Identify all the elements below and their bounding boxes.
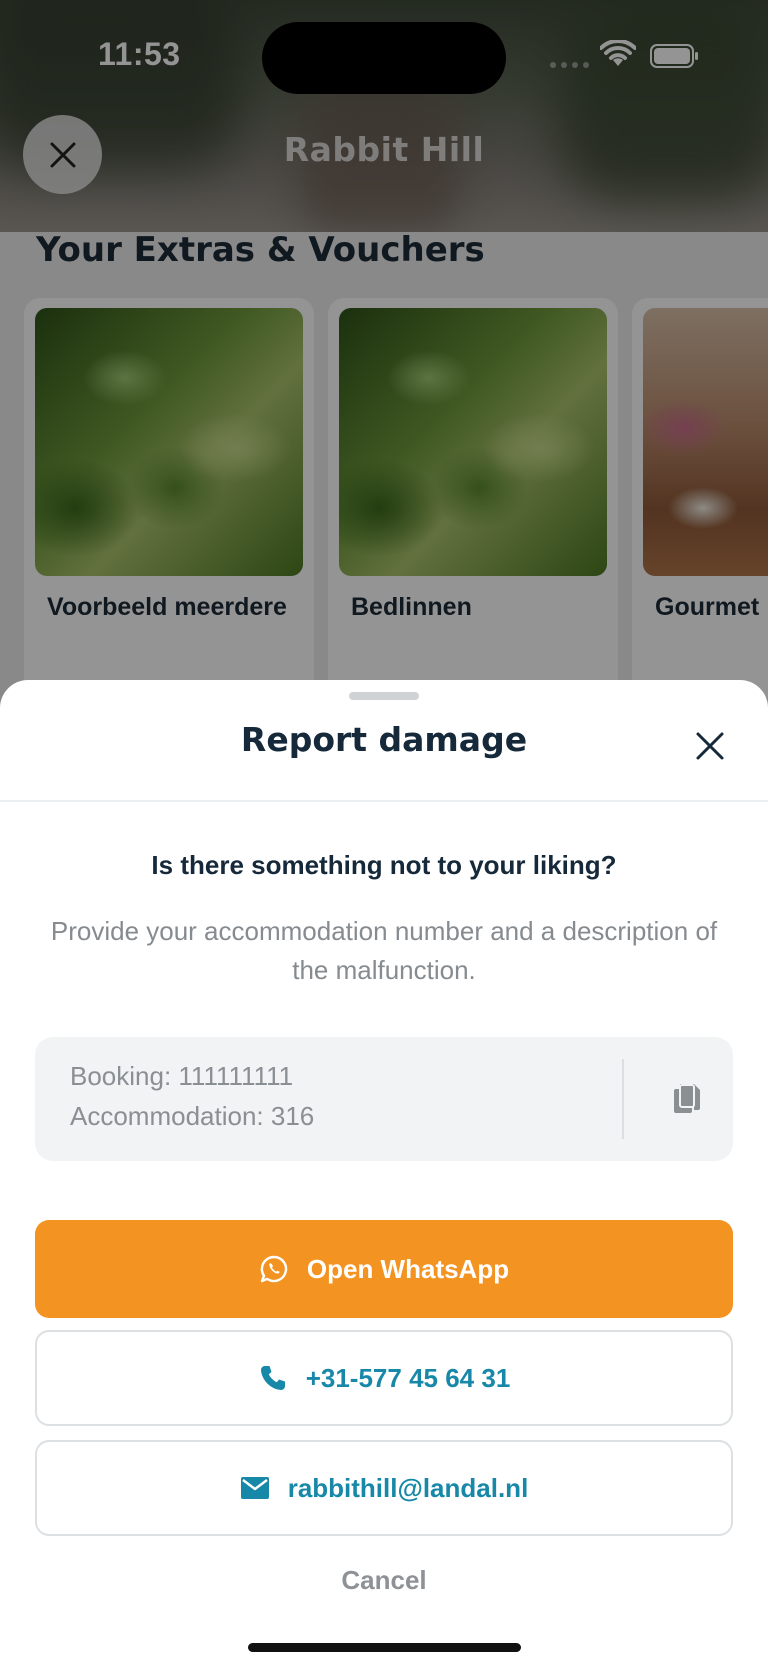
divider	[622, 1059, 624, 1139]
cancel-button[interactable]: Cancel	[0, 1565, 768, 1596]
home-indicator[interactable]	[248, 1643, 521, 1652]
close-icon	[696, 732, 724, 760]
booking-info-box: Booking: 111111111 Accommodation: 316	[35, 1037, 733, 1161]
email-address-label: rabbithill@landal.nl	[287, 1472, 529, 1503]
accommodation-number: Accommodation: 316	[70, 1101, 315, 1131]
divider	[0, 800, 768, 802]
call-phone-button[interactable]: +31-577 45 64 31	[35, 1330, 733, 1426]
phone-icon	[258, 1363, 288, 1393]
phone-number-label: +31-577 45 64 31	[305, 1362, 511, 1393]
send-email-button[interactable]: rabbithill@landal.nl	[35, 1440, 733, 1536]
mail-icon	[240, 1473, 270, 1503]
sheet-question: Is there something not to your liking?	[151, 850, 617, 880]
sheet-grabber[interactable]	[349, 692, 419, 700]
open-whatsapp-button[interactable]: Open WhatsApp	[35, 1220, 733, 1318]
report-damage-sheet: Report damage Is there something not to …	[0, 680, 768, 1665]
booking-number: Booking: 111111111	[70, 1061, 294, 1091]
whatsapp-icon	[259, 1254, 289, 1284]
copy-button[interactable]	[655, 1067, 719, 1131]
sheet-close-button[interactable]	[690, 726, 730, 766]
copy-icon	[674, 1084, 700, 1113]
sheet-description: Provide your accommodation number and a …	[50, 916, 718, 985]
open-whatsapp-label: Open WhatsApp	[306, 1253, 510, 1284]
sheet-title: Report damage	[240, 720, 528, 759]
